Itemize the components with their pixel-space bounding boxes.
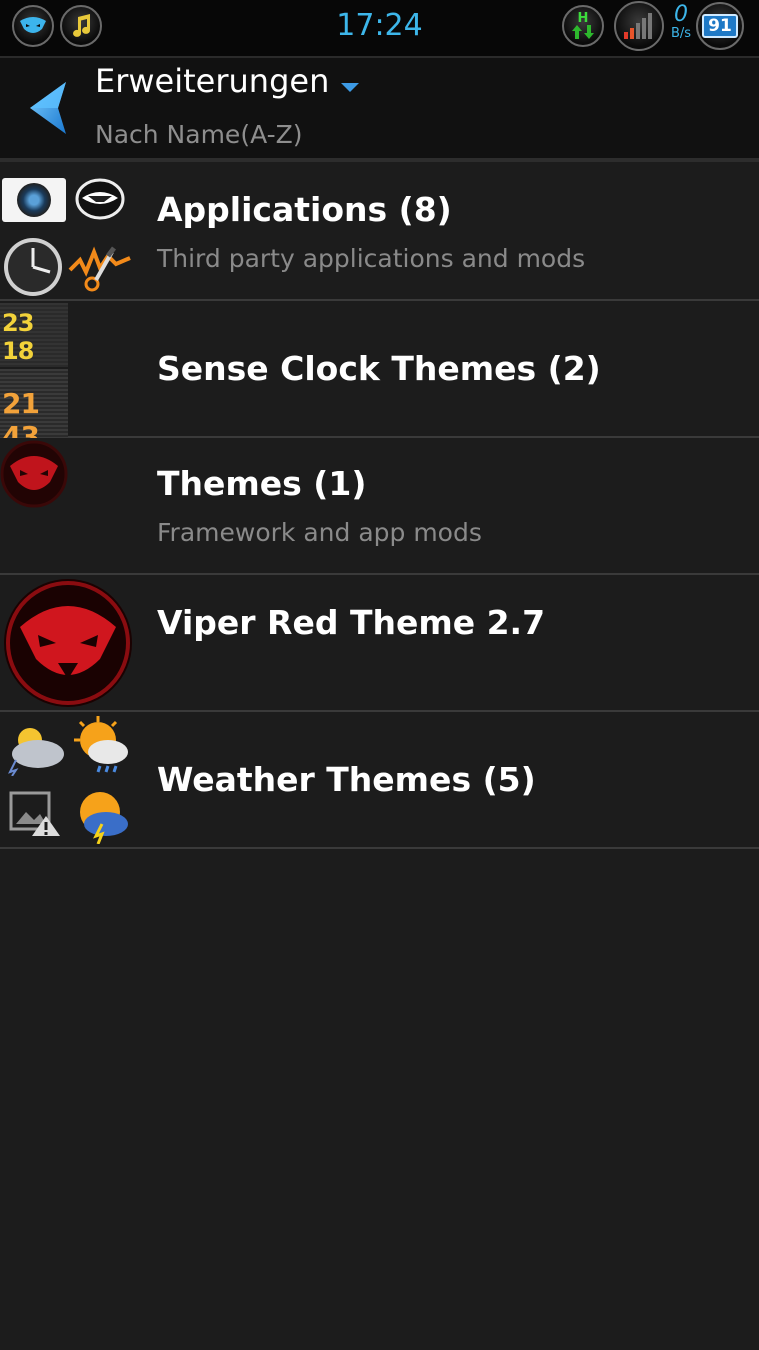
themes-thumbnails [0, 438, 136, 573]
clock-icon [2, 236, 64, 298]
back-button[interactable] [26, 80, 72, 136]
list-item-sense-clock-themes[interactable]: 23 18 21 43 Sense Clock Themes (2) [0, 301, 759, 453]
item-title: Themes (1) [157, 464, 367, 503]
battery-level: 91 [702, 14, 738, 38]
tools-icon [68, 238, 132, 296]
applications-thumbnails [0, 164, 136, 299]
list-item-weather-themes[interactable]: Weather Themes (5) [0, 712, 759, 849]
net-speed: 0 B/s [666, 2, 696, 41]
camera-icon [2, 178, 66, 222]
status-bar: 17:24 H 0 B/s 91 [0, 0, 759, 58]
broken-image-icon [8, 790, 62, 838]
item-title: Sense Clock Themes (2) [157, 349, 601, 388]
sort-order-label: Nach Name(A-Z) [95, 120, 303, 149]
signal-icon [614, 1, 664, 51]
list-item-viper-red-theme[interactable]: Viper Red Theme 2.7 [0, 575, 759, 712]
headset-icon [74, 176, 126, 222]
data-activity-icon: H [562, 5, 604, 47]
list-item-applications[interactable]: Applications (8) Third party application… [0, 164, 759, 301]
action-bar: Erweiterungen Nach Name(A-Z) [0, 58, 759, 162]
clock-theme-preview-a: 23 18 [0, 303, 68, 367]
cloud-storm-icon [2, 722, 68, 777]
item-title: Applications (8) [157, 190, 452, 229]
page-title[interactable]: Erweiterungen [95, 62, 360, 100]
item-title: Weather Themes (5) [157, 760, 536, 799]
module-list: Applications (8) Third party application… [0, 164, 759, 849]
net-speed-value: 0 [674, 2, 688, 27]
item-title: Viper Red Theme 2.7 [157, 603, 546, 642]
item-description: Framework and app mods [157, 518, 482, 547]
page-title-text: Erweiterungen [95, 62, 330, 100]
item-description: Third party applications and mods [157, 244, 586, 273]
back-arrow-icon [30, 82, 66, 134]
caret-down-icon [341, 82, 360, 92]
signal-type-text: H [578, 11, 589, 26]
sense-clock-thumbnails: 23 18 21 43 [0, 301, 136, 453]
clock-theme-a-time: 23 18 [2, 309, 34, 365]
battery-icon: 91 [696, 2, 744, 50]
viper-red-logo-icon [2, 577, 134, 709]
list-item-themes[interactable]: Themes (1) Framework and app mods [0, 438, 759, 575]
clock-theme-preview-b: 21 43 [0, 369, 68, 453]
viper-logo-icon [0, 440, 68, 508]
net-speed-unit: B/s [670, 26, 692, 41]
viper-red-thumbnail [0, 575, 136, 710]
weather-thumbnails [0, 712, 136, 847]
sun-cloud-lightning-icon [70, 784, 132, 845]
sun-rain-icon [70, 714, 132, 776]
